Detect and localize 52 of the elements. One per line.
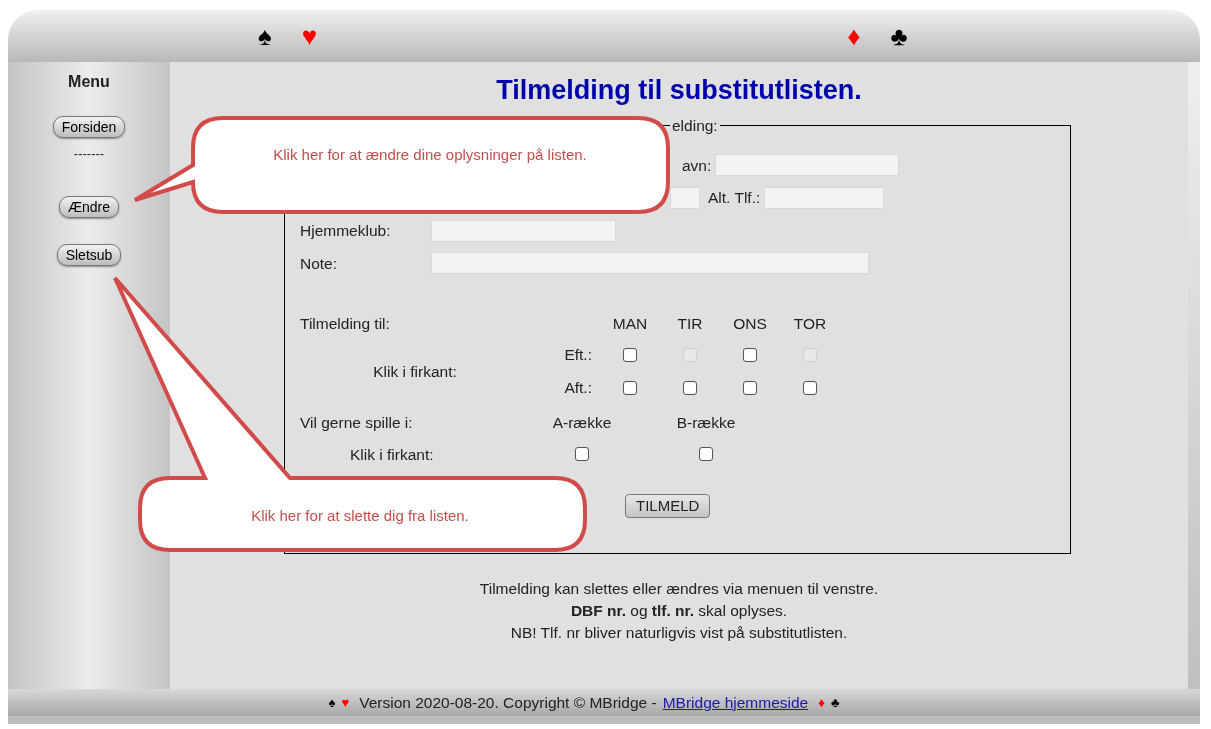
input-field[interactable] (715, 154, 900, 177)
suit-symbol: ♠ (258, 19, 272, 53)
suit-symbol: ♣ (830, 693, 840, 712)
input-field[interactable] (431, 219, 616, 242)
field-label: Klik i firkant: (372, 361, 458, 382)
submit-button[interactable]: TILMELD (625, 494, 711, 519)
row-heading: A-række (552, 412, 612, 433)
suit-symbol: ♦ (818, 693, 825, 712)
input-field[interactable] (431, 252, 869, 275)
checkbox[interactable] (743, 380, 757, 395)
field-label: Vil gerne spille i: (300, 412, 414, 433)
menu-button[interactable]: Forsiden (52, 116, 126, 138)
checkbox[interactable] (743, 347, 757, 362)
field-label: avn: (682, 155, 712, 176)
field-label: Hjemmeklub: (300, 221, 392, 242)
day-heading: TIR (677, 313, 703, 334)
info-text: DBF nr. og tlf. nr. skal oplyses. (570, 601, 788, 621)
info-text: Tilmelding kan slettes eller ændres via menuen til venstre. (479, 579, 879, 599)
checkbox[interactable] (623, 380, 637, 395)
day-heading: MAN (612, 313, 648, 334)
menu-title: Menu (68, 72, 110, 92)
page-title: Tilmelding til substitutlisten. (496, 74, 862, 106)
form-legend: elding: (670, 114, 720, 138)
suit-symbol: ♥ (341, 693, 350, 712)
checkbox[interactable] (699, 447, 713, 462)
input-field[interactable] (670, 186, 700, 209)
checkbox[interactable] (803, 380, 817, 395)
slot-label: Aft.: (564, 378, 593, 399)
day-heading: ONS (733, 313, 767, 334)
callout-text: Klik her for at ændre dine oplysninger på listen. (272, 145, 588, 165)
input-field[interactable] (764, 186, 885, 209)
field-label: Tilmelding til: (300, 313, 391, 334)
menu-separator: ------- (73, 145, 105, 163)
slot-label: Eft.: (564, 345, 593, 366)
field-label: Klik i firkant: (349, 444, 435, 465)
suit-symbol: ♥ (301, 19, 318, 53)
field-label: Note: (300, 253, 339, 274)
suit-symbol: ♣ (890, 19, 908, 53)
footer-text: Version 2020-08-20. Copyright © MBridge - (359, 692, 657, 713)
suit-symbol: ♦ (847, 19, 861, 53)
day-heading: TOR (793, 313, 827, 334)
menu-button[interactable]: Sletsub (56, 243, 122, 266)
callout-text: Klik her for at slette dig fra listen. (250, 506, 470, 526)
field-label: Alt. Tlf.: (708, 188, 761, 209)
row-heading: B-række (676, 412, 736, 433)
checkbox[interactable] (575, 447, 589, 462)
checkbox[interactable] (623, 347, 637, 362)
info-text: NB! Tlf. nr bliver naturligvis vist på substitutlisten. (510, 623, 848, 643)
checkbox[interactable] (683, 380, 697, 395)
homepage-link[interactable]: MBridge hjemmeside (662, 690, 809, 715)
suit-symbol: ♠ (328, 693, 336, 712)
menu-button[interactable]: Ændre (59, 195, 119, 218)
